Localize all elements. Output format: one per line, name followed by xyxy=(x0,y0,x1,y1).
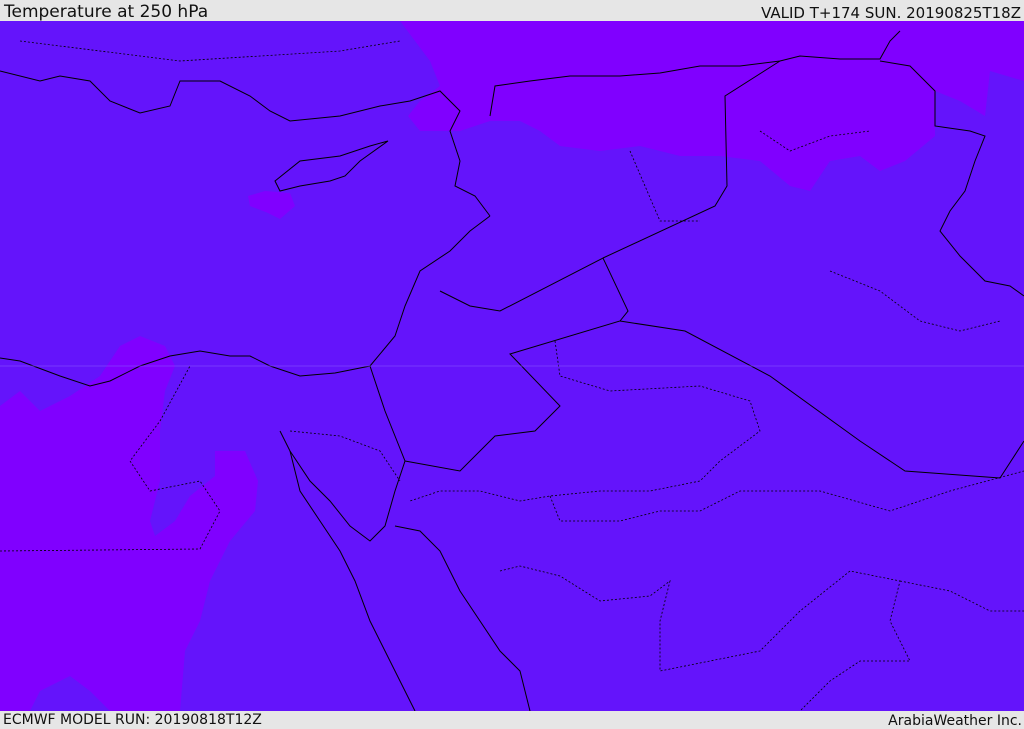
footer-bar: ECMWF MODEL RUN: 20190818T12Z ArabiaWeat… xyxy=(0,711,1024,729)
header-bar: Temperature at 250 hPa VALID T+174 SUN. … xyxy=(0,0,1024,21)
model-run-label: ECMWF MODEL RUN: 20190818T12Z xyxy=(3,712,262,728)
map-title: Temperature at 250 hPa xyxy=(4,2,209,22)
temperature-map xyxy=(0,21,1024,711)
valid-time: VALID T+174 SUN. 20190825T18Z xyxy=(761,4,1021,22)
credit-label: ArabiaWeather Inc. xyxy=(888,713,1022,729)
